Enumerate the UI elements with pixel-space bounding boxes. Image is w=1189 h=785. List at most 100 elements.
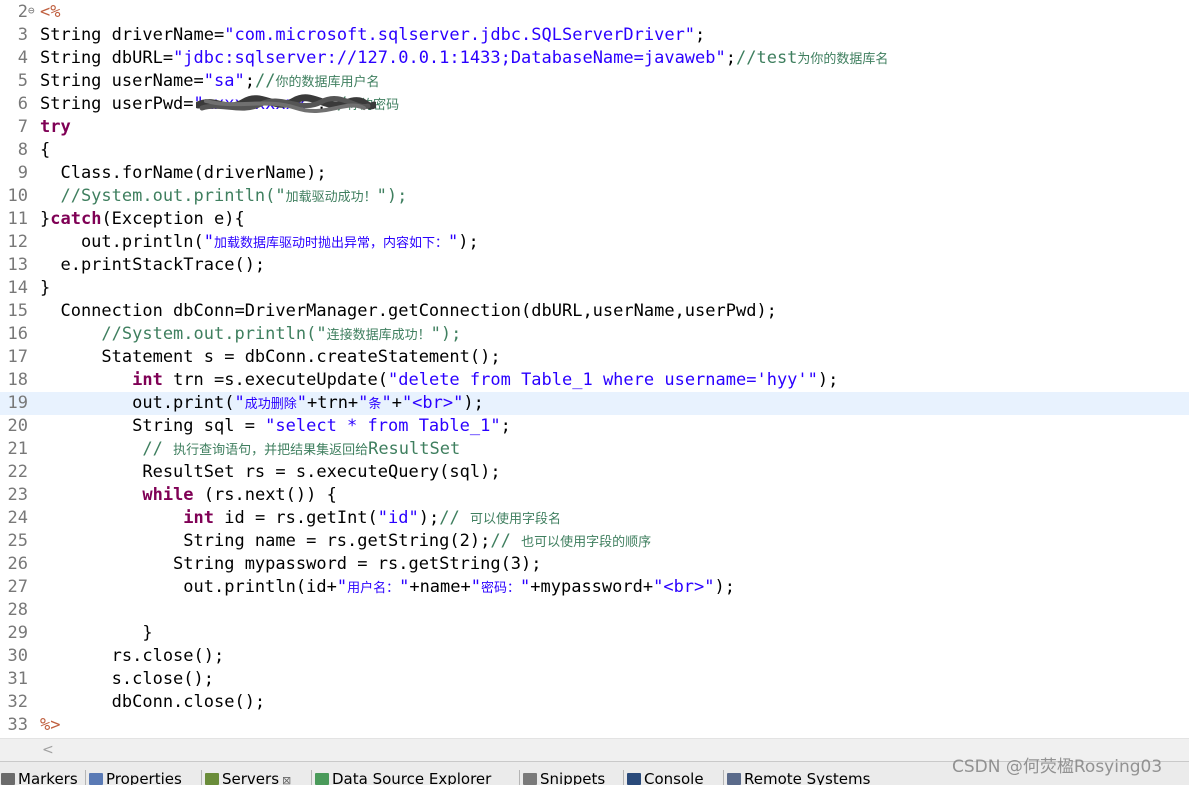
code-line[interactable]: 8{ — [0, 139, 1189, 162]
code-text: } — [40, 277, 50, 300]
tab-label: Remote Systems — [744, 770, 871, 785]
code-token: "delete from Table_1 where username='hyy… — [388, 370, 818, 390]
line-number: 26 — [7, 554, 28, 574]
code-token: ; — [244, 71, 255, 91]
code-token: String mypassword = rs.getString(3); — [40, 554, 542, 574]
code-token: "jdbc:sqlserver://127.0.0.1:1433;Databas… — [173, 48, 726, 68]
code-line[interactable]: 33 %> — [0, 714, 1189, 737]
code-line[interactable]: 23 while (rs.next()) { — [0, 484, 1189, 507]
code-line[interactable]: 7 try — [0, 116, 1189, 139]
code-line[interactable]: 19 out.print("成功删除"+trn+"条"+"<br>"); — [0, 392, 1189, 415]
tab-data-source-explorer[interactable]: Data Source Explorer — [315, 770, 491, 785]
code-token: //test — [736, 48, 798, 68]
code-token: 加载驱动成功！ — [285, 190, 377, 205]
code-token: " — [296, 393, 307, 413]
code-token: ); — [817, 370, 839, 390]
tab-properties[interactable]: Properties — [89, 770, 182, 785]
code-token: " — [336, 577, 348, 597]
code-text: Connection dbConn=DriverManager.getConne… — [40, 300, 777, 323]
code-line[interactable]: 5 String userName="sa";//你的数据库用户名 — [0, 70, 1189, 93]
tab-separator — [311, 770, 312, 785]
code-token: "sa" — [203, 71, 245, 91]
code-line[interactable]: 14} — [0, 277, 1189, 300]
tab-console[interactable]: Console — [627, 770, 704, 785]
line-number: 23 — [7, 485, 28, 505]
code-line[interactable]: 6 String userPwd="xxxxxxxxxx";//你的密码 — [0, 93, 1189, 116]
tab-label: Console — [644, 770, 704, 785]
tab-snippets[interactable]: Snippets — [523, 770, 605, 785]
code-token: int — [183, 508, 215, 528]
code-line[interactable]: 3 String driverName="com.microsoft.sqlser… — [0, 24, 1189, 47]
code-token: " — [381, 393, 392, 413]
code-token: ResultSet — [368, 439, 461, 459]
code-line[interactable]: 18 int trn =s.executeUpdate("delete from… — [0, 369, 1189, 392]
data-source-icon — [315, 773, 329, 785]
code-editor[interactable]: 2 ⊖ <% 3 String driverName="com.microsoft.sq… — [0, 0, 1189, 738]
code-token: // — [490, 531, 522, 551]
code-token: 为你的数据库名 — [797, 52, 889, 67]
code-line[interactable]: 15 Connection dbConn=DriverManager.getCo… — [0, 300, 1189, 323]
code-line[interactable]: 17 Statement s = dbConn.createStatement(… — [0, 346, 1189, 369]
code-text: String driverName="com.microsoft.sqlserv… — [40, 24, 705, 47]
code-line[interactable]: 4 String dbURL="jdbc:sqlserver://127.0.0.… — [0, 47, 1189, 70]
tab-markers[interactable]: Markers — [1, 770, 78, 785]
close-tab-icon[interactable]: ⊠ — [282, 774, 291, 785]
code-line[interactable]: 16 //System.out.println("连接数据库成功！"); — [0, 323, 1189, 346]
code-line[interactable]: 32 dbConn.close(); — [0, 691, 1189, 714]
code-text: }catch(Exception e){ — [40, 208, 245, 231]
code-line[interactable]: 21 // 执行查询语句，并把结果集返回给ResultSet — [0, 438, 1189, 461]
code-token: } — [40, 209, 51, 229]
code-line[interactable]: 22 ResultSet rs = s.executeQuery(sql); — [0, 461, 1189, 484]
code-token: //System.out.println(" — [40, 186, 286, 206]
scroll-left-icon[interactable]: < — [42, 739, 54, 761]
code-token: <% — [40, 2, 61, 22]
code-text: s.close(); — [40, 668, 214, 691]
code-token: " — [470, 577, 481, 597]
code-line[interactable]: 20 String sql = "select * from Table_1"; — [0, 415, 1189, 438]
code-line[interactable]: 10 //System.out.println("加载驱动成功！"); — [0, 185, 1189, 208]
code-token: dbConn.close(); — [40, 692, 266, 712]
fold-toggle-icon[interactable]: ⊖ — [28, 1, 35, 21]
code-token: 执行查询语句，并把结果集返回给 — [173, 443, 369, 458]
code-line[interactable]: 12 out.println("加载数据库驱动时抛出异常，内容如下："); — [0, 231, 1189, 254]
code-line[interactable]: 25 String name = rs.getString(2);// 也可以使… — [0, 530, 1189, 553]
code-token: trn =s.executeUpdate( — [162, 370, 389, 390]
code-token: int — [132, 370, 163, 390]
code-token: "<br>" — [653, 577, 715, 597]
snippets-icon — [523, 773, 537, 785]
code-token: 也可以使用字段的顺序 — [521, 535, 652, 550]
tab-remote-systems[interactable]: Remote Systems — [727, 770, 870, 785]
code-token: // — [254, 71, 276, 91]
code-line[interactable]: 29 } — [0, 622, 1189, 645]
code-token: rs.close(); — [40, 646, 225, 666]
code-token: catch — [50, 209, 102, 229]
code-line[interactable]: 26 String mypassword = rs.getString(3); — [0, 553, 1189, 576]
code-text: %> — [40, 714, 60, 737]
code-line[interactable]: 30 rs.close(); — [0, 645, 1189, 668]
code-text: out.println(id+"用户名："+name+"密码："+mypassw… — [40, 576, 735, 600]
code-line[interactable]: 2 ⊖ <% — [0, 1, 1189, 24]
code-token: %> — [40, 715, 61, 735]
code-text: <% — [40, 1, 60, 24]
code-token: "select * from Table_1" — [265, 416, 501, 436]
code-line[interactable]: 9 Class.forName(driverName); — [0, 162, 1189, 185]
code-text: { — [40, 139, 50, 162]
code-text: int id = rs.getInt("id");// 可以使用字段名 — [40, 507, 561, 531]
code-text: //System.out.println("连接数据库成功！"); — [40, 323, 461, 347]
code-token: + — [391, 393, 402, 413]
code-line[interactable]: 24 int id = rs.getInt("id");// 可以使用字段名 — [0, 507, 1189, 530]
code-line[interactable]: 28 — [0, 599, 1189, 622]
code-token: out.println( — [40, 232, 204, 252]
tab-servers[interactable]: Servers ⊠ — [205, 770, 291, 785]
code-token: ); — [458, 232, 479, 252]
code-token: Connection dbConn=DriverManager.getConne… — [40, 301, 777, 321]
code-line[interactable]: 13 e.printStackTrace(); — [0, 254, 1189, 277]
code-line[interactable]: 31 s.close(); — [0, 668, 1189, 691]
code-line[interactable]: 11}catch(Exception e){ — [0, 208, 1189, 231]
code-token: "<br>" — [401, 393, 464, 413]
line-number: 22 — [7, 462, 28, 482]
code-line[interactable]: 27 out.println(id+"用户名："+name+"密码："+mypa… — [0, 576, 1189, 599]
code-text: //System.out.println("加载驱动成功！"); — [40, 185, 407, 209]
